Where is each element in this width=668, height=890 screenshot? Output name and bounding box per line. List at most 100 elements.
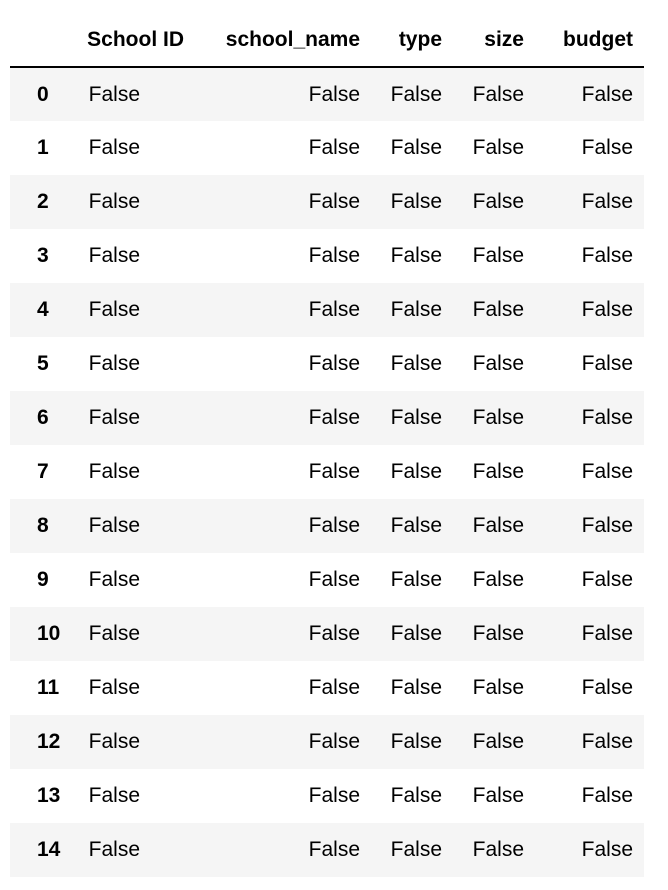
cell-school-id: False <box>88 838 140 861</box>
cell-type: False <box>390 460 442 483</box>
cell-type: False <box>390 568 442 591</box>
cell-school-id: False <box>88 460 140 483</box>
cell-type: False <box>390 136 442 159</box>
cell-type: False <box>390 838 442 861</box>
cell-school-id: False <box>88 406 140 429</box>
cell-school-id: False <box>88 568 140 591</box>
cell-school-name: False <box>308 298 360 321</box>
cell-size: False <box>472 136 524 159</box>
cell-school-name: False <box>308 82 360 106</box>
cell-school-id: False <box>88 622 140 645</box>
row-index: 12 <box>37 730 61 753</box>
table-row: 10 False False False False False <box>10 607 644 661</box>
column-header-type: type <box>371 14 453 68</box>
cell-type: False <box>390 406 442 429</box>
column-header-school-id: School ID <box>75 14 195 68</box>
cell-school-name: False <box>308 784 360 807</box>
table-row: 12 False False False False False <box>10 715 644 769</box>
cell-size: False <box>472 244 524 267</box>
cell-school-name: False <box>308 676 360 699</box>
cell-size: False <box>472 298 524 321</box>
cell-budget: False <box>581 514 633 537</box>
cell-school-id: False <box>88 136 140 159</box>
cell-type: False <box>390 352 442 375</box>
table-row: 14 False False False False False <box>10 823 644 877</box>
cell-budget: False <box>581 82 633 106</box>
cell-size: False <box>472 460 524 483</box>
cell-school-name: False <box>308 460 360 483</box>
column-header-size: size <box>453 14 535 68</box>
cell-size: False <box>472 406 524 429</box>
row-index: 6 <box>37 406 49 429</box>
column-header-budget: budget <box>535 14 644 68</box>
cell-size: False <box>472 838 524 861</box>
table-row: 3 False False False False False <box>10 229 644 283</box>
cell-size: False <box>472 730 524 753</box>
cell-size: False <box>472 784 524 807</box>
table-row: 6 False False False False False <box>10 391 644 445</box>
cell-school-id: False <box>88 514 140 537</box>
cell-budget: False <box>581 730 633 753</box>
dataframe-output: School ID school_name type size budget 0… <box>10 14 644 877</box>
cell-budget: False <box>581 676 633 699</box>
table-row: 1 False False False False False <box>10 121 644 175</box>
table-row: 0 False False False False False <box>10 67 644 121</box>
cell-type: False <box>390 784 442 807</box>
cell-budget: False <box>581 784 633 807</box>
cell-type: False <box>390 676 442 699</box>
cell-budget: False <box>581 190 633 213</box>
table-row: 4 False False False False False <box>10 283 644 337</box>
cell-size: False <box>472 622 524 645</box>
cell-size: False <box>472 514 524 537</box>
cell-size: False <box>472 676 524 699</box>
row-index: 5 <box>37 352 49 375</box>
cell-type: False <box>390 298 442 321</box>
row-index: 8 <box>37 514 49 537</box>
cell-school-name: False <box>308 622 360 645</box>
cell-type: False <box>390 244 442 267</box>
cell-school-name: False <box>308 838 360 861</box>
cell-size: False <box>472 352 524 375</box>
cell-budget: False <box>581 298 633 321</box>
row-index: 10 <box>37 622 61 645</box>
cell-school-name: False <box>308 514 360 537</box>
cell-school-name: False <box>308 352 360 375</box>
cell-budget: False <box>581 568 633 591</box>
cell-size: False <box>472 190 524 213</box>
cell-budget: False <box>581 136 633 159</box>
table-row: 7 False False False False False <box>10 445 644 499</box>
dataframe-table: School ID school_name type size budget 0… <box>10 14 644 877</box>
cell-school-name: False <box>308 730 360 753</box>
row-index: 9 <box>37 568 49 591</box>
row-index: 13 <box>37 784 61 807</box>
cell-school-id: False <box>88 298 140 321</box>
cell-size: False <box>472 82 524 106</box>
column-header-school-name: school_name <box>195 14 371 68</box>
cell-school-id: False <box>88 82 140 106</box>
table-row: 8 False False False False False <box>10 499 644 553</box>
table-row: 2 False False False False False <box>10 175 644 229</box>
table-header: School ID school_name type size budget <box>10 14 644 68</box>
cell-school-name: False <box>308 136 360 159</box>
cell-type: False <box>390 190 442 213</box>
table-body: 0 False False False False False 1 False False Fal… <box>10 67 644 877</box>
row-index: 4 <box>37 298 49 321</box>
row-index: 7 <box>37 460 49 483</box>
cell-type: False <box>390 82 442 106</box>
index-header <box>10 14 75 68</box>
cell-type: False <box>390 622 442 645</box>
cell-school-id: False <box>88 190 140 213</box>
row-index: 0 <box>37 82 49 106</box>
cell-budget: False <box>581 838 633 861</box>
cell-school-id: False <box>88 730 140 753</box>
row-index: 2 <box>37 190 49 213</box>
cell-budget: False <box>581 352 633 375</box>
row-index: 11 <box>37 676 60 699</box>
cell-school-name: False <box>308 244 360 267</box>
cell-type: False <box>390 730 442 753</box>
table-row: 9 False False False False False <box>10 553 644 607</box>
table-row: 13 False False False False False <box>10 769 644 823</box>
cell-size: False <box>472 568 524 591</box>
table-row: 11 False False False False False <box>10 661 644 715</box>
cell-budget: False <box>581 244 633 267</box>
